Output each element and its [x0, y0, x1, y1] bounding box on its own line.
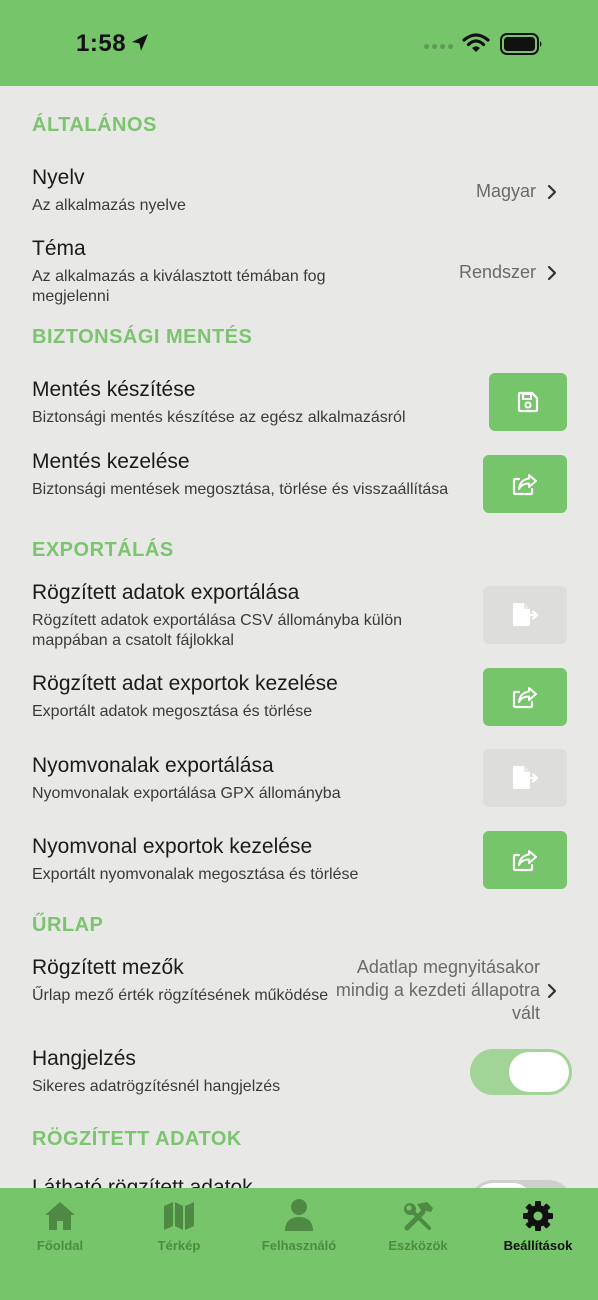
- status-bar: 1:58: [0, 0, 598, 86]
- tools-icon: [358, 1196, 478, 1232]
- section-backup-title: BIZTONSÁGI MENTÉS: [32, 326, 253, 348]
- fixed-fields-value: Adatlap megnyitásakor mindig a kezdeti á…: [335, 957, 540, 1023]
- track-export-subtitle: Nyomvonalak exportálása GPX állományba: [32, 785, 341, 802]
- data-export-manage-title: Rögzített adat exportok kezelése: [32, 672, 338, 695]
- backup-create-button[interactable]: [489, 373, 567, 431]
- save-icon: [517, 391, 539, 413]
- data-export-manage-subtitle: Exportált adatok megosztása és törlése: [32, 703, 313, 720]
- backup-manage-subtitle: Biztonsági mentések megosztása, törlése …: [32, 481, 449, 498]
- gear-icon: [478, 1196, 598, 1232]
- theme-row[interactable]: Téma Az alkalmazás a kiválasztott témába…: [0, 237, 598, 309]
- sound-subtitle: Sikeres adatrögzítésnél hangjelzés: [32, 1078, 281, 1095]
- section-general-title: ÁLTALÁNOS: [32, 114, 157, 136]
- track-export-title: Nyomvonalak exportálása: [32, 754, 274, 777]
- visible-data-toggle[interactable]: [470, 1180, 572, 1188]
- track-export-manage-subtitle: Exportált nyomvonalak megosztása és törl…: [32, 866, 359, 883]
- tab-user[interactable]: Felhasználó: [239, 1196, 359, 1253]
- section-form-title: ŰRLAP: [32, 914, 104, 936]
- theme-subtitle: Az alkalmazás a kiválasztott témában fog…: [32, 268, 326, 305]
- wifi-icon: [462, 32, 490, 59]
- section-recorded-data-title: RÖGZÍTETT ADATOK: [32, 1128, 242, 1150]
- chevron-right-icon: [547, 184, 557, 200]
- sound-toggle[interactable]: [470, 1049, 572, 1095]
- fixed-fields-title: Rögzített mezők: [32, 956, 184, 979]
- file-export-icon: [513, 603, 539, 626]
- chevron-right-icon: [547, 983, 557, 999]
- share-icon: [512, 850, 537, 872]
- language-value: Magyar: [475, 181, 536, 201]
- tab-home[interactable]: Főoldal: [0, 1196, 120, 1253]
- map-icon: [119, 1196, 239, 1232]
- tab-tools-label: Eszközök: [388, 1238, 448, 1253]
- chevron-right-icon: [547, 265, 557, 281]
- data-export-title: Rögzített adatok exportálása: [32, 581, 300, 604]
- location-arrow-icon: [130, 32, 150, 59]
- tab-settings-label: Beállítások: [503, 1238, 573, 1253]
- sound-title: Hangjelzés: [32, 1047, 136, 1070]
- home-icon: [0, 1196, 120, 1232]
- status-time: 1:58: [76, 30, 127, 57]
- track-export-button[interactable]: [483, 749, 567, 807]
- toggle-knob: [509, 1052, 569, 1092]
- language-title: Nyelv: [32, 166, 85, 189]
- tab-home-label: Főoldal: [36, 1238, 84, 1253]
- user-icon: [239, 1196, 359, 1232]
- fixed-fields-row[interactable]: Rögzített mezők Űrlap mező érték rögzíté…: [0, 956, 598, 1028]
- section-export-title: EXPORTÁLÁS: [32, 539, 174, 561]
- tab-bar: Főoldal Térkép Felhasználó Eszközök Beál…: [0, 1188, 598, 1300]
- track-export-manage-button[interactable]: [483, 831, 567, 889]
- battery-icon: [500, 33, 544, 60]
- tab-map[interactable]: Térkép: [119, 1196, 239, 1253]
- settings-list[interactable]: ÁLTALÁNOS Nyelv Az alkalmazás nyelve Mag…: [0, 86, 598, 1188]
- backup-manage-button[interactable]: [483, 455, 567, 513]
- data-export-subtitle: Rögzített adatok exportálása CSV állomán…: [32, 612, 402, 649]
- share-icon: [512, 474, 537, 496]
- share-icon: [512, 687, 537, 709]
- language-subtitle: Az alkalmazás nyelve: [32, 197, 186, 214]
- signal-icon: [424, 44, 453, 49]
- theme-value: Rendszer: [458, 262, 536, 282]
- file-export-icon: [513, 766, 539, 789]
- track-export-manage-title: Nyomvonal exportok kezelése: [32, 835, 313, 858]
- tab-tools[interactable]: Eszközök: [358, 1196, 478, 1253]
- backup-create-title: Mentés készítése: [32, 378, 196, 401]
- tab-user-label: Felhasználó: [261, 1238, 337, 1253]
- language-row[interactable]: Nyelv Az alkalmazás nyelve Magyar: [0, 166, 598, 222]
- tab-map-label: Térkép: [157, 1238, 201, 1253]
- data-export-button[interactable]: [483, 586, 567, 644]
- visible-data-title: Látható rögzített adatok: [32, 1176, 253, 1188]
- tab-settings[interactable]: Beállítások: [478, 1196, 598, 1253]
- theme-title: Téma: [32, 237, 86, 260]
- data-export-manage-button[interactable]: [483, 668, 567, 726]
- backup-manage-title: Mentés kezelése: [32, 450, 190, 473]
- backup-create-subtitle: Biztonsági mentés készítése az egész alk…: [32, 409, 406, 426]
